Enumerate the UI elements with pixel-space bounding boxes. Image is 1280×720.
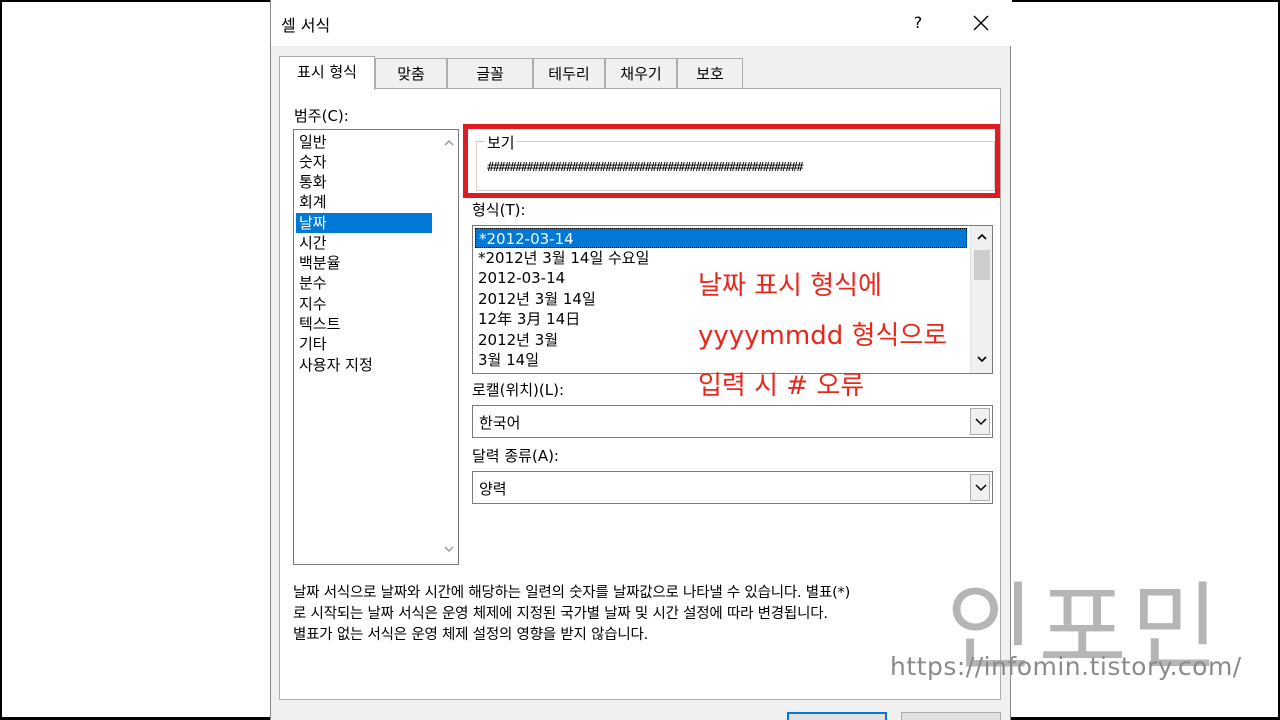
category-item[interactable]: 숫자 <box>296 152 432 172</box>
category-item[interactable]: 텍스트 <box>296 314 432 334</box>
tab-number[interactable]: 표시 형식 <box>279 56 375 90</box>
tab-alignment[interactable]: 맞춤 <box>375 58 447 89</box>
description-line: 별표가 없는 서식은 운영 체제 설정의 영향을 받지 않습니다. <box>293 627 649 643</box>
dialog-title: 셀 서식 <box>281 16 331 35</box>
chevron-down-icon <box>975 484 987 492</box>
category-item[interactable]: 백분율 <box>296 253 432 273</box>
scroll-up-icon[interactable] <box>977 232 987 242</box>
description-line: 날짜 서식으로 날짜와 시간에 해당하는 일련의 숫자를 날짜값으로 나타낼 수… <box>293 585 851 601</box>
locale-label: 로캘(위치)(L): <box>472 381 565 399</box>
tab-strip: 표시 형식 맞춤 글꼴 테두리 채우기 보호 <box>279 56 1009 90</box>
calendar-dropdown-button[interactable] <box>970 474 990 501</box>
category-list[interactable]: 일반 숫자 통화 회계 날짜 시간 백분율 분수 지수 텍스트 기타 사용자 지… <box>293 129 459 565</box>
ok-button[interactable] <box>787 712 887 720</box>
category-item[interactable]: 회계 <box>296 192 432 212</box>
tab-protection[interactable]: 보호 <box>677 58 743 89</box>
title-bar: 셀 서식 ? <box>271 0 1012 46</box>
help-button[interactable]: ? <box>903 8 933 38</box>
calendar-type-value: 양력 <box>479 480 507 498</box>
category-item[interactable]: 시간 <box>296 233 432 253</box>
locale-select[interactable]: 한국어 <box>472 405 993 438</box>
preview-group: 보기 #####################################… <box>476 132 995 191</box>
scroll-down-icon[interactable] <box>977 354 987 364</box>
close-button[interactable] <box>961 6 1001 40</box>
category-item[interactable]: 지수 <box>296 294 432 314</box>
calendar-type-label: 달력 종류(A): <box>472 447 559 465</box>
cancel-button[interactable] <box>901 712 1001 720</box>
description-line: 로 시작되는 날짜 서식은 운영 체제에 지정된 국가별 날짜 및 시간 설정에… <box>293 606 828 622</box>
calendar-type-select[interactable]: 양력 <box>472 471 993 504</box>
locale-dropdown-button[interactable] <box>970 408 990 435</box>
format-type-label: 형식(T): <box>472 201 526 219</box>
format-description: 날짜 서식으로 날짜와 시간에 해당하는 일련의 숫자를 날짜값으로 나타낼 수… <box>293 583 993 646</box>
watermark-url: https://infomin.tistory.com/ <box>890 652 1242 681</box>
scrollbar-thumb[interactable] <box>974 250 990 280</box>
tab-fill[interactable]: 채우기 <box>605 58 677 89</box>
chevron-down-icon <box>975 418 987 426</box>
preview-label: 보기 <box>485 132 517 153</box>
locale-value: 한국어 <box>479 414 521 432</box>
annotation-line-1: 날짜 표시 형식에 <box>698 271 882 301</box>
tab-font[interactable]: 글꼴 <box>447 58 533 89</box>
preview-highlight-box: 보기 #####################################… <box>463 124 1000 198</box>
number-format-panel: 범주(C): 일반 숫자 통화 회계 날짜 시간 백분율 분수 지수 텍스트 기… <box>279 88 1001 700</box>
scroll-up-icon[interactable] <box>444 138 454 148</box>
category-item[interactable]: 사용자 지정 <box>296 355 432 375</box>
annotation-line-2: yyyymmdd 형식으로 <box>698 321 948 351</box>
close-icon <box>973 15 989 31</box>
format-item-selected[interactable]: *2012-03-14 <box>475 228 967 248</box>
tab-border[interactable]: 테두리 <box>533 58 605 89</box>
category-item[interactable]: 일반 <box>296 132 432 152</box>
category-item[interactable]: 통화 <box>296 172 432 192</box>
category-label: 범주(C): <box>294 107 349 125</box>
category-item[interactable]: 분수 <box>296 273 432 293</box>
category-scrollbar[interactable] <box>440 130 458 564</box>
scroll-down-icon[interactable] <box>444 544 454 554</box>
format-cells-dialog: 셀 서식 ? 표시 형식 맞춤 글꼴 테두리 채우기 보호 범주(C): 일반 … <box>270 0 1012 720</box>
format-scrollbar[interactable] <box>970 226 992 373</box>
preview-value: ########################################… <box>487 160 804 174</box>
category-item[interactable]: 기타 <box>296 334 432 354</box>
category-item-selected[interactable]: 날짜 <box>296 213 432 233</box>
annotation-line-3: 입력 시 # 오류 <box>698 371 865 401</box>
